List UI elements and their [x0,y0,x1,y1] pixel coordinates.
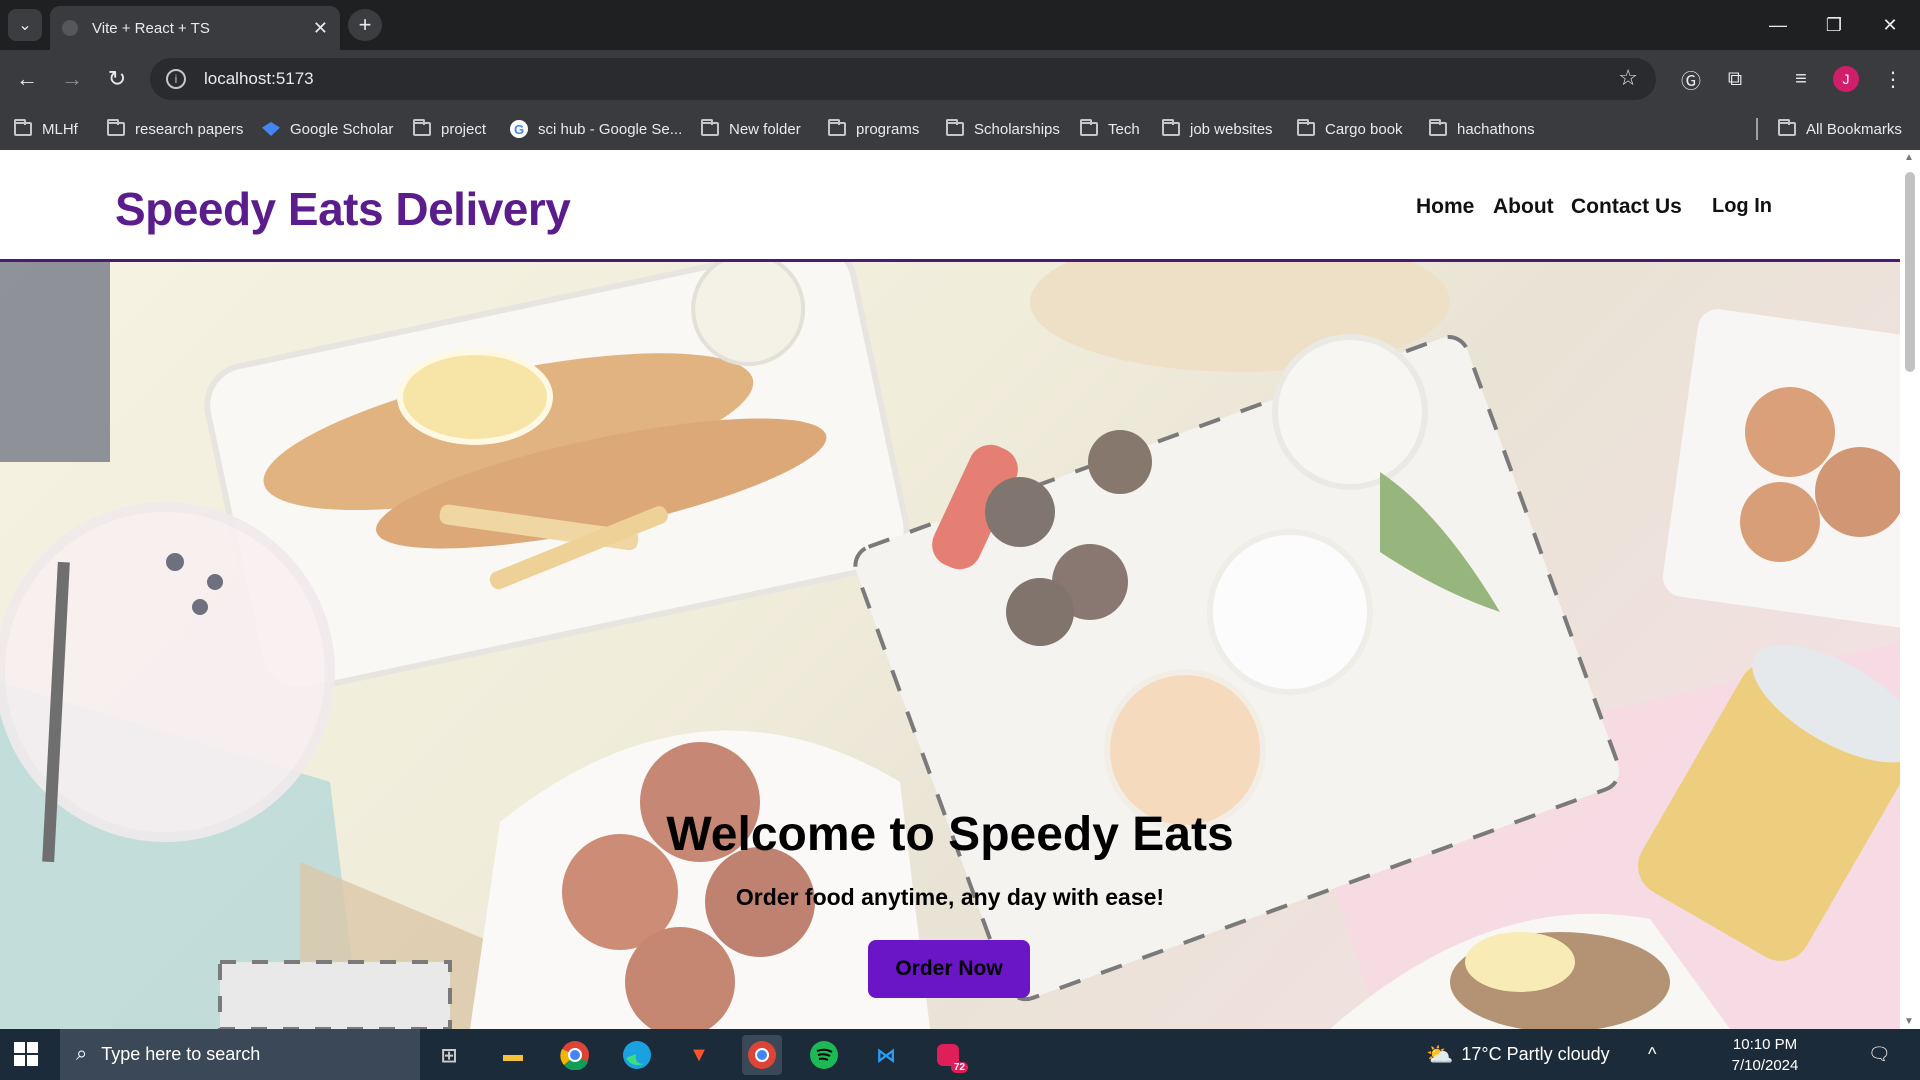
windows-taskbar: ⌕ Type here to search ⊞ ▬ ▼ ⋈ 72 ⛅ 17°C … [0,1029,1920,1080]
page-scrollbar[interactable]: ▲ ▼ [1900,150,1920,1029]
bookmark-item[interactable]: programs [828,118,919,140]
media-controls-icon[interactable]: ≡ [1784,62,1818,96]
folder-icon [1429,119,1447,136]
task-view-icon[interactable]: ⊞ [429,1035,469,1075]
tab-search-button[interactable]: ⌄ [8,9,42,41]
folder-icon [1080,119,1098,136]
show-hidden-icons[interactable]: ^ [1648,1029,1656,1080]
site-brand[interactable]: Speedy Eats Delivery [115,182,571,236]
url-text: localhost:5173 [204,69,314,88]
weather-widget[interactable]: ⛅ 17°C Partly cloudy [1426,1029,1610,1080]
extensions-icon[interactable]: ⧉ [1718,62,1752,96]
nav-home[interactable]: Home [1416,195,1474,219]
folder-icon [107,119,125,136]
search-icon: ⌕ [76,1043,88,1065]
tab-strip: ⌄ Vite + React + TS ✕ + — ❐ ✕ [0,0,1920,50]
google-scholar-icon [262,122,280,136]
back-button[interactable]: ← [10,62,44,96]
bookmark-item[interactable]: New folder [701,118,801,140]
browser-toolbar: ← → ↻ i localhost:5173 ☆ Ⓖ ⧉ ≡ ⋮ [0,50,1920,108]
folder-icon [946,119,964,136]
address-bar[interactable]: i localhost:5173 ☆ [150,58,1656,100]
chevron-down-icon: ⌄ [18,17,32,34]
hero-title: Welcome to Speedy Eats [666,808,1234,861]
hero-section: Welcome to Speedy Eats Order food anytim… [0,262,1900,1029]
profile-avatar[interactable]: J [1833,66,1859,92]
bookmark-item[interactable]: research papers [107,118,243,140]
chrome-icon[interactable] [555,1035,595,1075]
order-now-button[interactable]: Order Now [868,940,1030,998]
forward-button[interactable]: → [55,62,89,96]
site-header: Speedy Eats Delivery Home About Contact … [0,150,1900,262]
hero-overlay [0,262,1900,1029]
clock-date: 7/10/2024 [1731,1057,1799,1074]
windows-start-icon[interactable] [14,1042,38,1066]
folder-icon [701,119,719,136]
weather-icon: ⛅ [1426,1041,1454,1067]
bookmark-item[interactable]: Google Scholar [262,118,393,140]
slack-icon[interactable]: 72 [928,1035,968,1075]
bookmark-item[interactable]: Tech [1080,118,1140,140]
google-icon: G [510,120,528,138]
bookmark-item[interactable]: job websites [1162,118,1273,140]
favicon-icon [62,20,78,36]
scroll-up-icon[interactable]: ▲ [1904,152,1914,163]
spotify-icon[interactable] [804,1035,844,1075]
taskbar-search-placeholder: Type here to search [101,1044,261,1064]
system-clock[interactable]: 10:10 PM 7/10/2024 [1700,1034,1830,1076]
scroll-down-icon[interactable]: ▼ [1904,1016,1914,1027]
nav-contact-us[interactable]: Contact Us [1571,195,1682,219]
folder-icon [413,119,431,136]
close-tab-icon[interactable]: ✕ [313,18,328,39]
bookmarks-separator [1756,118,1758,140]
bookmark-item[interactable]: project [413,118,486,140]
bookmark-item[interactable]: MLHf [14,118,78,140]
brave-icon[interactable]: ▼ [679,1035,719,1075]
weather-text: 17°C Partly cloudy [1461,1044,1610,1064]
taskbar-search-box[interactable]: ⌕ Type here to search [60,1029,420,1080]
scroll-thumb[interactable] [1905,172,1915,372]
notifications-icon[interactable]: 🗨 [1868,1029,1891,1080]
file-explorer-icon[interactable]: ▬ [493,1035,533,1075]
grammarly-extension-icon[interactable]: Ⓖ [1674,62,1708,96]
clock-time: 10:10 PM [1732,1036,1798,1053]
slack-badge: 72 [950,1062,968,1073]
all-bookmarks[interactable]: All Bookmarks [1778,118,1902,140]
web-page: Speedy Eats Delivery Home About Contact … [0,150,1900,1029]
folder-icon [1162,119,1180,136]
folder-icon [828,119,846,136]
vscode-icon[interactable]: ⋈ [866,1035,906,1075]
minimize-button[interactable]: — [1750,0,1806,50]
bookmark-item[interactable]: hachathons [1429,118,1535,140]
site-info-icon[interactable]: i [166,69,186,89]
menu-icon[interactable]: ⋮ [1876,62,1910,96]
tab-title: Vite + React + TS [92,19,210,37]
login-link[interactable]: Log In [1712,195,1772,218]
bookmark-star-icon[interactable]: ☆ [1618,65,1638,91]
folder-icon [1778,119,1796,136]
bookmark-item[interactable]: Cargo book [1297,118,1403,140]
close-window-button[interactable]: ✕ [1862,0,1918,50]
hero-subtitle: Order food anytime, any day with ease! [735,884,1165,910]
restore-button[interactable]: ❐ [1806,0,1862,50]
bookmarks-bar: MLHf research papers Google Scholar proj… [0,108,1920,150]
bookmark-item[interactable]: Gsci hub - Google Se... [510,118,682,140]
bookmark-item[interactable]: Scholarships [946,118,1060,140]
browser-tab[interactable]: Vite + React + TS ✕ [50,6,340,50]
folder-icon [14,119,32,136]
folder-icon [1297,119,1315,136]
reload-button[interactable]: ↻ [100,62,134,96]
chrome-profile-icon[interactable] [742,1035,782,1075]
nav-about[interactable]: About [1493,195,1554,219]
edge-icon[interactable] [617,1035,657,1075]
new-tab-button[interactable]: + [348,9,382,41]
